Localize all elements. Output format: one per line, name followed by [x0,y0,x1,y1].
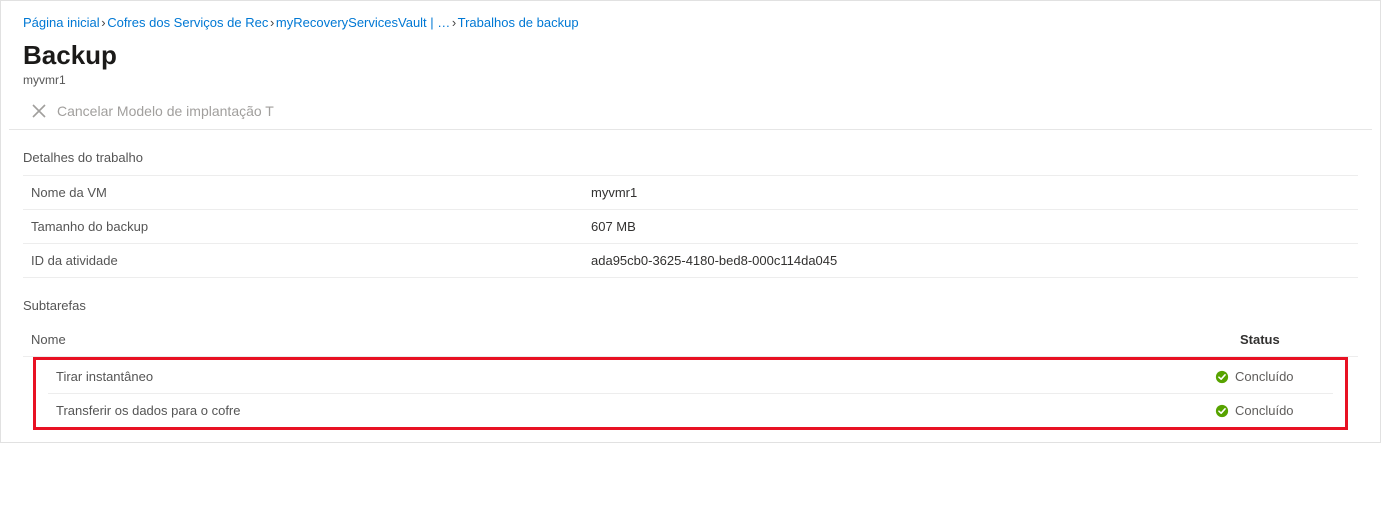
close-icon[interactable] [31,103,47,119]
page-subtitle: myvmr1 [23,73,1358,87]
breadcrumb: Página inicial › Cofres dos Serviços de … [1,1,1380,34]
details-value: ada95cb0-3625-4180-bed8-000c114da045 [591,253,837,268]
success-icon [1215,404,1229,418]
page-header: Backup myvmr1 [1,34,1380,89]
details-value: 607 MB [591,219,636,234]
breadcrumb-item-vaults[interactable]: Cofres dos Serviços de Rec [107,15,268,30]
success-icon [1215,370,1229,384]
details-section-label: Detalhes do trabalho [1,130,1380,175]
details-row-activity-id: ID da atividade ada95cb0-3625-4180-bed8-… [23,244,1358,278]
chevron-right-icon: › [101,15,105,30]
details-label: Nome da VM [31,185,591,200]
subtask-name: Tirar instantâneo [56,369,1215,384]
breadcrumb-item-jobs[interactable]: Trabalhos de backup [458,15,579,30]
chevron-right-icon: › [270,15,274,30]
column-header-status[interactable]: Status [1240,332,1350,347]
subtasks-section-label: Subtarefas [1,278,1380,323]
details-label: ID da atividade [31,253,591,268]
subtask-name: Transferir os dados para o cofre [56,403,1215,418]
subtask-status: Concluído [1215,369,1325,384]
cancel-button-label[interactable]: Cancelar Modelo de implantação T [57,103,274,119]
details-row-backup-size: Tamanho do backup 607 MB [23,210,1358,244]
subtask-status-text: Concluído [1235,369,1294,384]
breadcrumb-item-vault[interactable]: myRecoveryServicesVault | … [276,15,450,30]
details-table: Nome da VM myvmr1 Tamanho do backup 607 … [23,175,1358,278]
details-label: Tamanho do backup [31,219,591,234]
subtask-status-text: Concluído [1235,403,1294,418]
subtasks-table: Nome Status Tirar instantâneo Concluído [23,323,1358,430]
toolbar: Cancelar Modelo de implantação T [9,89,1372,130]
subtasks-header-row: Nome Status [23,323,1358,357]
page-title: Backup [23,40,1358,71]
column-header-name[interactable]: Nome [31,332,1240,347]
highlight-annotation: Tirar instantâneo Concluído Transferir o… [33,357,1348,430]
details-value: myvmr1 [591,185,637,200]
subtask-row: Tirar instantâneo Concluído [48,360,1333,394]
chevron-right-icon: › [452,15,456,30]
details-row-vm-name: Nome da VM myvmr1 [23,175,1358,210]
subtask-status: Concluído [1215,403,1325,418]
page-container: Página inicial › Cofres dos Serviços de … [0,0,1381,443]
subtask-row: Transferir os dados para o cofre Concluí… [48,394,1333,427]
breadcrumb-item-home[interactable]: Página inicial [23,15,100,30]
